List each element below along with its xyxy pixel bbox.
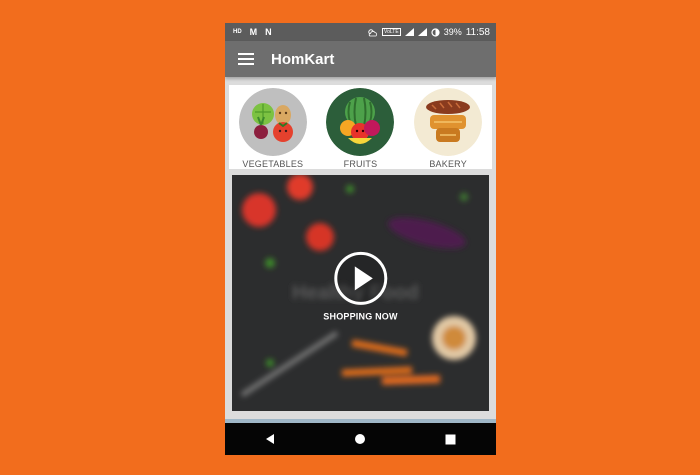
system-nav-bar <box>225 423 496 455</box>
video-card[interactable]: Healthy Food SHOPPING NOW <box>232 175 489 411</box>
phone-screen: HD M N VoLTE 39% 11:58 HomKart VEGETABLE… <box>225 23 496 455</box>
bakery-icon <box>414 88 483 156</box>
signal-icon-2 <box>417 28 427 36</box>
app-bar: HomKart <box>225 41 496 77</box>
back-button[interactable] <box>250 423 290 455</box>
battery-percent: 39% <box>443 27 462 37</box>
category-fruits[interactable]: FRUITS <box>320 85 400 169</box>
play-control[interactable]: SHOPPING NOW <box>323 250 398 322</box>
signal-icon-1 <box>404 28 414 36</box>
home-icon <box>355 434 366 444</box>
fruits-icon <box>326 88 395 156</box>
m-indicator: M <box>249 27 258 37</box>
play-icon[interactable] <box>333 250 389 306</box>
category-vegetables[interactable]: VEGETABLES <box>233 85 313 169</box>
hamburger-menu-icon[interactable] <box>238 53 254 65</box>
category-label: FRUITS <box>343 159 378 169</box>
hd-indicator: HD <box>233 29 242 35</box>
battery-saver-icon <box>431 27 440 37</box>
recents-icon <box>445 434 456 444</box>
category-row: VEGETABLES FRUITS BAKERY <box>229 85 492 169</box>
weather-icon <box>368 28 378 36</box>
category-label: VEGETABLES <box>242 159 304 169</box>
n-indicator: N <box>265 27 272 37</box>
home-button[interactable] <box>340 423 380 455</box>
recents-button[interactable] <box>431 423 471 455</box>
category-bakery[interactable]: BAKERY <box>408 85 488 169</box>
clock: 11:58 <box>465 26 490 38</box>
category-label: BAKERY <box>429 159 467 169</box>
status-bar: HD M N VoLTE 39% 11:58 <box>225 23 496 41</box>
back-icon <box>266 434 275 444</box>
volte-badge: VoLTE <box>382 28 401 36</box>
app-title: HomKart <box>271 50 335 68</box>
vegetables-icon <box>238 88 307 156</box>
video-label: SHOPPING NOW <box>323 311 398 322</box>
